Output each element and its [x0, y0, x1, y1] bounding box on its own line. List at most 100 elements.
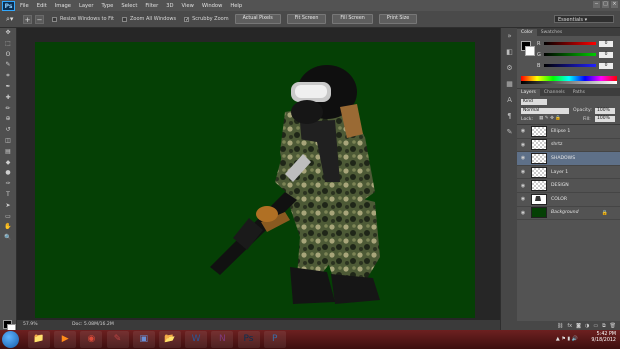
layer-row[interactable]: ◉ Layer 1 [517, 166, 620, 180]
visibility-eye-icon[interactable]: ◉ [517, 210, 529, 216]
move-tool-icon[interactable]: ✥ [0, 28, 16, 39]
tab-layers[interactable]: Layers [517, 89, 540, 96]
opacity-input[interactable]: 100% [595, 108, 615, 114]
red-slider[interactable] [544, 42, 596, 45]
maximize-button[interactable]: □ [602, 1, 609, 8]
start-button[interactable] [2, 331, 19, 348]
paint-icon[interactable]: ✎ [106, 331, 129, 348]
menu-select[interactable]: Select [121, 3, 137, 9]
scrubby-zoom-checkbox[interactable]: ✓ Scrubby Zoom [184, 16, 229, 22]
blue-slider[interactable] [544, 64, 596, 67]
close-button[interactable]: × [611, 1, 618, 8]
unknown-app-icon[interactable]: P [263, 331, 286, 348]
document-canvas[interactable] [35, 42, 475, 318]
pen-tool-icon[interactable]: ✑ [0, 179, 16, 190]
tab-swatches[interactable]: Swatches [537, 29, 567, 36]
menu-window[interactable]: Window [202, 3, 222, 9]
blend-mode-select[interactable]: Normal [521, 108, 569, 114]
marquee-tool-icon[interactable]: ⬚ [0, 39, 16, 50]
menu-3d[interactable]: 3D [166, 3, 173, 9]
red-value-input[interactable]: 0 [599, 40, 613, 47]
menu-file[interactable]: File [20, 3, 29, 9]
tab-channels[interactable]: Channels [540, 89, 569, 96]
type-tool-icon[interactable]: T [0, 190, 16, 201]
print-size-button[interactable]: Print Size [378, 14, 418, 24]
fill-screen-button[interactable]: Fill Screen [332, 14, 373, 24]
zoom-tool-icon[interactable]: ⌕▾ [6, 14, 20, 24]
layer-row-selected[interactable]: ◉ SHADOWS [517, 152, 620, 166]
crop-tool-icon[interactable]: ⌗ [0, 71, 16, 82]
healing-tool-icon[interactable]: ✚ [0, 93, 16, 104]
history-brush-tool-icon[interactable]: ↺ [0, 125, 16, 136]
expand-dock-icon[interactable]: » [501, 28, 518, 44]
visibility-eye-icon[interactable]: ◉ [517, 169, 529, 175]
layer-row[interactable]: ◉ COLOR [517, 193, 620, 207]
menu-help[interactable]: Help [230, 3, 242, 9]
photoshop-icon[interactable]: Ps [237, 331, 260, 348]
visibility-eye-icon[interactable]: ◉ [517, 155, 529, 161]
visibility-eye-icon[interactable]: ◉ [517, 128, 529, 134]
eyedropper-tool-icon[interactable]: ✒ [0, 82, 16, 93]
tab-color[interactable]: Color [517, 29, 537, 36]
adjustment-layer-icon[interactable]: ◑ [585, 323, 589, 329]
actual-pixels-button[interactable]: Actual Pixels [234, 14, 281, 24]
shape-tool-icon[interactable]: ▭ [0, 212, 16, 223]
filter-kind-select[interactable]: Kind [521, 99, 547, 105]
system-tray-icons[interactable]: ▲ ⚑ ▮ 🔊 [556, 336, 578, 342]
visibility-eye-icon[interactable]: ◉ [517, 142, 529, 148]
workspace-select[interactable]: Essentials ▾ [554, 15, 614, 23]
menu-edit[interactable]: Edit [37, 3, 47, 9]
link-layers-icon[interactable]: ⛓ [557, 323, 563, 329]
blur-tool-icon[interactable]: ◆ [0, 158, 16, 169]
info-panel-icon[interactable]: ▦ [501, 76, 518, 92]
green-value-input[interactable]: 0 [599, 51, 613, 58]
lock-icons[interactable]: ▦ ✎ ✥ 🔒 [539, 116, 561, 121]
brush-panel-icon[interactable]: ✎ [501, 124, 518, 140]
layer-row[interactable]: ◉ Ellipse 1 [517, 125, 620, 139]
layer-row[interactable]: ◉ DESIGN [517, 179, 620, 193]
word-icon[interactable]: W [185, 331, 208, 348]
fill-input[interactable]: 100% [595, 116, 615, 122]
path-select-tool-icon[interactable]: ➤ [0, 201, 16, 212]
hand-tool-icon[interactable]: ✋ [0, 222, 16, 233]
photo-viewer-icon[interactable]: ▣ [132, 331, 155, 348]
add-mask-icon[interactable]: ◙ [576, 323, 581, 329]
visibility-eye-icon[interactable]: ◉ [517, 196, 529, 202]
menu-image[interactable]: Image [55, 3, 71, 9]
tab-paths[interactable]: Paths [569, 89, 589, 96]
eraser-tool-icon[interactable]: ◫ [0, 136, 16, 147]
trash-icon[interactable]: 🗑 [610, 323, 616, 329]
green-slider[interactable] [544, 53, 596, 56]
color-spectrum[interactable] [521, 76, 617, 84]
new-layer-icon[interactable]: ⧉ [602, 323, 606, 329]
quick-select-tool-icon[interactable]: ✎ [0, 60, 16, 71]
zoom-tool-icon[interactable]: 🔍 [0, 233, 16, 244]
explorer-icon[interactable]: 📁 [28, 331, 50, 348]
background-color-swatch[interactable] [525, 46, 535, 56]
menu-layer[interactable]: Layer [79, 3, 93, 9]
dodge-tool-icon[interactable]: ● [0, 168, 16, 179]
properties-panel-icon[interactable]: ⚙ [501, 60, 518, 76]
history-panel-icon[interactable]: ◧ [501, 44, 518, 60]
brush-tool-icon[interactable]: ✏ [0, 104, 16, 115]
media-player-icon[interactable]: ▶ [54, 331, 77, 348]
zoom-all-windows-checkbox[interactable]: Zoom All Windows [122, 16, 176, 22]
folder-icon[interactable]: 📂 [158, 331, 181, 348]
blue-value-input[interactable]: 0 [599, 62, 613, 69]
layer-row[interactable]: ◉ Background 🔒 [517, 207, 620, 221]
fit-screen-button[interactable]: Fit Screen [286, 14, 327, 24]
chrome-icon[interactable]: ◉ [80, 331, 103, 348]
menu-filter[interactable]: Filter [145, 3, 158, 9]
layer-row[interactable]: ◉ shrtz [517, 139, 620, 153]
paragraph-panel-icon[interactable]: ¶ [501, 108, 518, 124]
visibility-eye-icon[interactable]: ◉ [517, 183, 529, 189]
zoom-in-icon[interactable]: + [23, 14, 32, 24]
zoom-level[interactable]: 57.9% [23, 320, 38, 330]
clock[interactable]: 5:42 PM 9/18/2012 [591, 332, 616, 344]
gradient-tool-icon[interactable]: ▤ [0, 147, 16, 158]
fx-icon[interactable]: fx [567, 323, 572, 329]
onenote-icon[interactable]: N [211, 331, 234, 348]
clone-stamp-tool-icon[interactable]: ⊕ [0, 114, 16, 125]
menu-view[interactable]: View [182, 3, 194, 9]
menu-type[interactable]: Type [101, 3, 113, 9]
